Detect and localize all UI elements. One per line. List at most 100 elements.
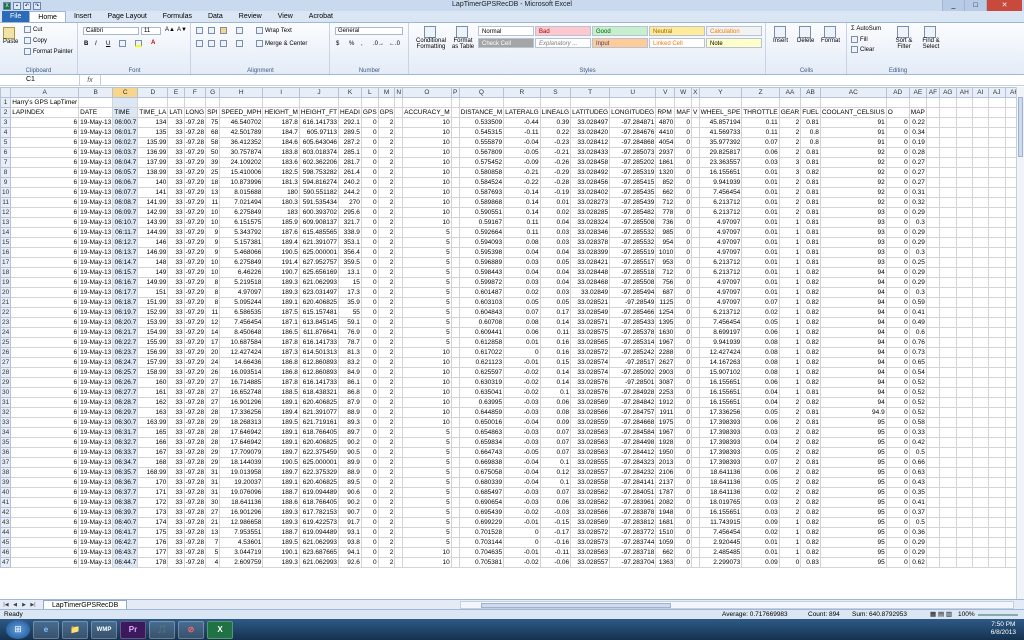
table-cell[interactable]: 183.6: [262, 157, 300, 168]
table-cell[interactable]: 0.82: [800, 377, 821, 388]
table-cell[interactable]: 33.028573: [570, 537, 611, 548]
table-cell[interactable]: 0.81: [800, 227, 821, 238]
table-cell[interactable]: [298, 97, 340, 108]
table-cell[interactable]: 149: [137, 267, 169, 278]
table-cell[interactable]: 19-May-13: [78, 347, 114, 358]
table-cell[interactable]: 12.427424: [698, 347, 743, 358]
table-cell[interactable]: [691, 327, 700, 338]
table-cell[interactable]: 0.690654: [458, 497, 505, 508]
table-cell[interactable]: -97.284498: [609, 437, 657, 448]
table-cell[interactable]: [987, 217, 1006, 228]
table-cell[interactable]: 94: [819, 307, 887, 318]
table-cell[interactable]: 0.15: [539, 357, 572, 368]
table-cell[interactable]: 4.53601: [219, 537, 264, 548]
table-cell[interactable]: 1125: [655, 297, 676, 308]
align-top-button[interactable]: [196, 27, 205, 34]
table-cell[interactable]: 33.028571: [570, 317, 611, 328]
table-cell[interactable]: 0.19: [908, 137, 927, 148]
table-cell[interactable]: 616.141733: [298, 377, 340, 388]
table-cell[interactable]: 0: [674, 317, 693, 328]
column-title-cell[interactable]: MAF: [674, 107, 693, 118]
table-cell[interactable]: 17.398393: [698, 447, 743, 458]
table-cell[interactable]: 287.2: [338, 137, 362, 148]
table-cell[interactable]: [698, 97, 743, 108]
row-header[interactable]: 26: [0, 347, 12, 358]
table-cell[interactable]: -97.284668: [609, 417, 657, 428]
close-button[interactable]: ✕: [986, 0, 1022, 11]
table-cell[interactable]: 95: [819, 437, 887, 448]
table-cell[interactable]: 10: [402, 157, 452, 168]
font-color-button[interactable]: A: [151, 40, 155, 46]
table-cell[interactable]: 2: [778, 117, 802, 128]
table-cell[interactable]: 28: [205, 437, 221, 448]
table-cell[interactable]: [987, 357, 1006, 368]
style-input[interactable]: Input: [592, 38, 648, 48]
table-cell[interactable]: 89.3: [338, 417, 362, 428]
table-cell[interactable]: [938, 417, 957, 428]
table-cell[interactable]: 151: [137, 287, 169, 298]
table-cell[interactable]: 58: [205, 137, 221, 148]
table-cell[interactable]: 0: [885, 267, 910, 278]
table-cell[interactable]: 615.157481: [298, 307, 340, 318]
table-cell[interactable]: [971, 287, 989, 298]
table-cell[interactable]: 27: [205, 377, 221, 388]
table-cell[interactable]: [450, 277, 460, 288]
table-cell[interactable]: 2: [377, 327, 396, 338]
table-cell[interactable]: [955, 297, 973, 308]
table-cell[interactable]: 0: [674, 227, 693, 238]
table-cell[interactable]: [971, 187, 989, 198]
table-cell[interactable]: 0.01: [741, 537, 780, 548]
table-cell[interactable]: 92: [819, 167, 887, 178]
table-cell[interactable]: 92: [819, 197, 887, 208]
table-cell[interactable]: 0.01: [741, 267, 780, 278]
table-cell[interactable]: [570, 97, 611, 108]
table-cell[interactable]: 17.398393: [698, 427, 743, 438]
table-cell[interactable]: [987, 507, 1006, 518]
table-cell[interactable]: [938, 187, 957, 198]
table-cell[interactable]: 33: [167, 347, 185, 358]
table-cell[interactable]: 0: [674, 407, 693, 418]
table-cell[interactable]: 0.81: [800, 207, 821, 218]
table-cell[interactable]: 186.8: [262, 367, 300, 378]
table-cell[interactable]: [450, 227, 460, 238]
table-cell[interactable]: 06:40.7: [112, 517, 139, 528]
copy-button[interactable]: Copy: [24, 37, 47, 44]
table-cell[interactable]: 33: [167, 557, 185, 568]
table-cell[interactable]: 29: [205, 447, 221, 458]
table-cell[interactable]: 33.028569: [570, 517, 611, 528]
table-cell[interactable]: 06:07.7: [112, 187, 139, 198]
table-cell[interactable]: 6: [10, 427, 80, 438]
table-cell[interactable]: 6: [10, 347, 80, 358]
table-cell[interactable]: -0.11: [503, 127, 541, 138]
table-cell[interactable]: 10: [402, 127, 452, 138]
table-cell[interactable]: 2: [377, 407, 396, 418]
column-header[interactable]: D: [137, 87, 169, 98]
table-cell[interactable]: [394, 227, 404, 238]
table-cell[interactable]: 186.8: [262, 357, 300, 368]
table-cell[interactable]: [394, 157, 404, 168]
table-cell[interactable]: [955, 257, 973, 268]
table-cell[interactable]: 0.82: [800, 317, 821, 328]
table-cell[interactable]: 10: [402, 377, 452, 388]
row-header[interactable]: 41: [0, 497, 12, 508]
table-cell[interactable]: [971, 377, 989, 388]
table-cell[interactable]: 6: [10, 377, 80, 388]
table-cell[interactable]: 0.575452: [458, 157, 505, 168]
table-cell[interactable]: [450, 327, 460, 338]
table-cell[interactable]: [925, 97, 940, 108]
table-cell[interactable]: 16.155651: [698, 507, 743, 518]
table-cell[interactable]: 756: [655, 277, 676, 288]
table-cell[interactable]: 31: [205, 467, 221, 478]
table-cell[interactable]: 0: [360, 427, 379, 438]
table-cell[interactable]: 0.76: [908, 337, 927, 348]
table-cell[interactable]: [691, 167, 700, 178]
table-cell[interactable]: 2: [377, 237, 396, 248]
table-cell[interactable]: 623.687665: [298, 547, 340, 558]
table-cell[interactable]: -97.285494: [609, 287, 657, 298]
select-all-corner[interactable]: [0, 87, 12, 98]
table-cell[interactable]: 153.99: [137, 317, 169, 328]
column-header[interactable]: S: [539, 87, 572, 98]
table-cell[interactable]: 12.986658: [219, 517, 264, 528]
table-cell[interactable]: 0.06: [539, 497, 572, 508]
table-cell[interactable]: 25: [205, 167, 221, 178]
